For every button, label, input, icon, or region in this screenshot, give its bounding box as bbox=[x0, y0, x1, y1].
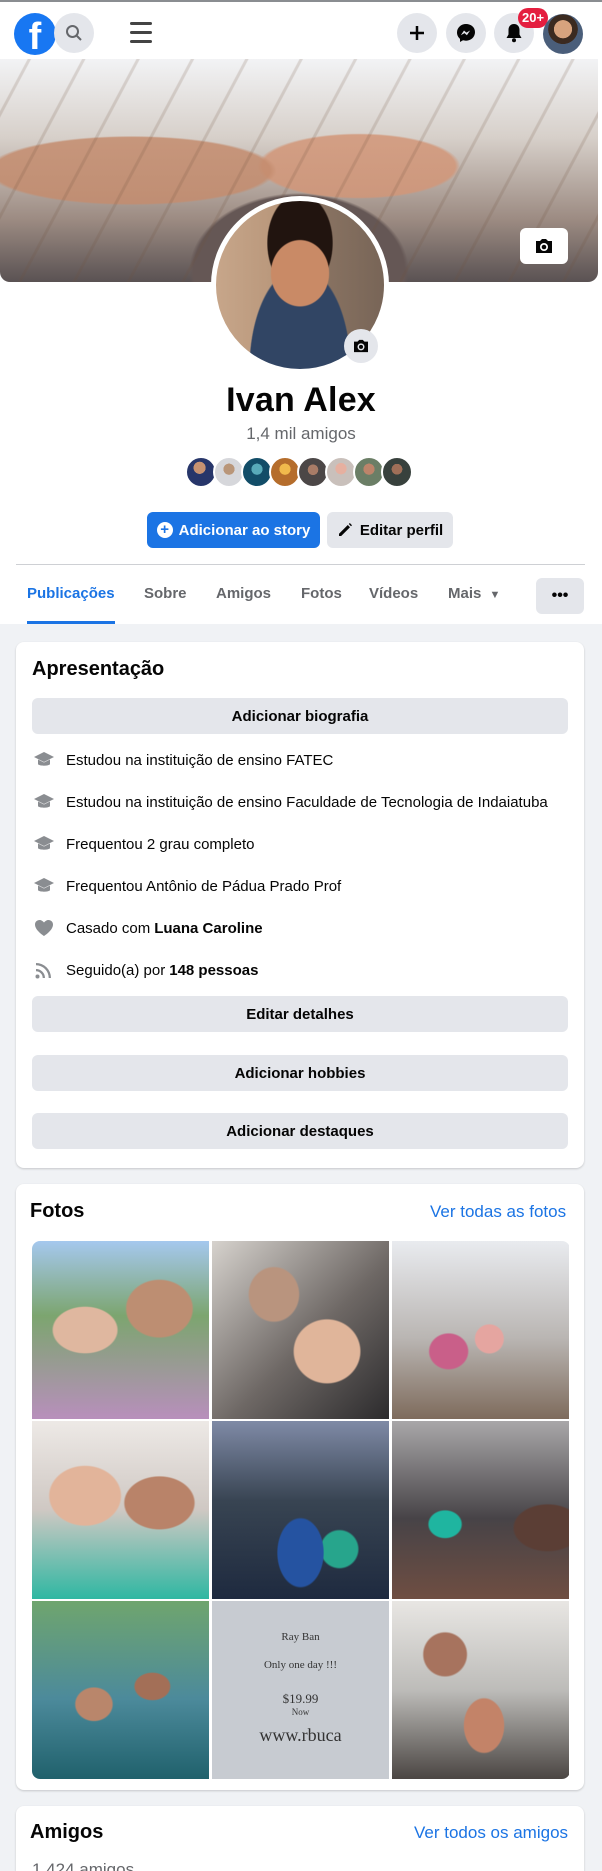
friends-title: Amigos bbox=[30, 1821, 104, 1843]
see-all-photos-link[interactable]: Ver todas as fotos bbox=[430, 1202, 566, 1222]
camera-icon bbox=[536, 239, 552, 253]
heart-icon bbox=[32, 916, 56, 940]
intro-card: Apresentação Adicionar biografia Estudou… bbox=[16, 642, 584, 1168]
detail-text: Frequentou Antônio de Pádua Prado Prof bbox=[66, 877, 342, 895]
search-icon bbox=[66, 25, 82, 41]
add-highlights-button[interactable]: Adicionar destaques bbox=[32, 1113, 568, 1149]
photo-thumbnail[interactable] bbox=[392, 1241, 569, 1419]
profile-tabs: Publicações Sobre Amigos Fotos Vídeos Ma… bbox=[16, 576, 586, 624]
graduation-cap-icon bbox=[32, 832, 56, 856]
detail-followers: Seguido(a) por 148 pessoas bbox=[32, 958, 568, 982]
more-options-button[interactable]: ••• bbox=[536, 578, 584, 614]
tab-fotos[interactable]: Fotos bbox=[301, 576, 342, 624]
top-navigation-bar: f 20+ bbox=[0, 0, 602, 64]
menu-line bbox=[130, 40, 152, 43]
add-to-story-label: Adicionar ao story bbox=[178, 521, 311, 539]
thumbnail-text-line: Now bbox=[291, 1707, 310, 1717]
graduation-cap-icon bbox=[32, 874, 56, 898]
photo-thumbnail[interactable] bbox=[32, 1601, 209, 1779]
photos-title: Fotos bbox=[30, 1200, 85, 1222]
edit-profile-picture-button[interactable] bbox=[344, 329, 378, 363]
messenger-button[interactable] bbox=[446, 13, 486, 53]
thumbnail-text-line: Only one day !!! bbox=[263, 1659, 337, 1671]
tab-publicacoes[interactable]: Publicações bbox=[27, 576, 115, 624]
rss-icon bbox=[32, 958, 56, 982]
photo-thumbnail[interactable] bbox=[212, 1241, 389, 1419]
menu-icon[interactable] bbox=[130, 22, 152, 44]
graduation-cap-icon bbox=[32, 748, 56, 772]
edit-profile-label: Editar perfil bbox=[359, 521, 444, 539]
detail-text: Casado com bbox=[66, 919, 151, 937]
photo-thumbnail[interactable] bbox=[32, 1241, 209, 1419]
camera-icon bbox=[354, 339, 368, 353]
notification-badge: 20+ bbox=[518, 8, 549, 28]
create-button[interactable] bbox=[397, 13, 437, 53]
detail-education-4: Frequentou Antônio de Pádua Prado Prof bbox=[32, 874, 568, 898]
detail-text: Frequentou 2 grau completo bbox=[66, 835, 255, 853]
add-to-story-button[interactable]: + Adicionar ao story bbox=[147, 512, 320, 548]
friend-avatars-row bbox=[185, 456, 413, 488]
menu-line bbox=[130, 31, 152, 34]
facebook-logo-icon[interactable]: f bbox=[14, 13, 56, 55]
edit-cover-button[interactable] bbox=[520, 228, 568, 264]
bell-icon bbox=[506, 24, 522, 43]
profile-name: Ivan Alex bbox=[226, 381, 376, 419]
graduation-cap-icon bbox=[32, 790, 56, 814]
friends-card: Amigos Ver todos os amigos 1.424 amigos bbox=[16, 1806, 584, 1871]
followers-link[interactable]: 148 pessoas bbox=[169, 962, 258, 979]
photos-card: Fotos Ver todas as fotos Ray Ban Only on… bbox=[16, 1184, 584, 1790]
add-bio-button[interactable]: Adicionar biografia bbox=[32, 698, 568, 734]
pencil-icon bbox=[338, 523, 352, 536]
friends-total: 1.424 amigos bbox=[32, 1860, 135, 1871]
photo-thumbnail[interactable] bbox=[212, 1421, 389, 1599]
tab-videos[interactable]: Vídeos bbox=[369, 576, 418, 624]
tab-amigos[interactable]: Amigos bbox=[216, 576, 271, 624]
detail-education-1: Estudou na instituição de ensino FATEC bbox=[32, 748, 568, 772]
edit-details-button[interactable]: Editar detalhes bbox=[32, 996, 568, 1032]
photo-thumbnail[interactable] bbox=[392, 1601, 569, 1779]
photo-thumbnail[interactable] bbox=[392, 1421, 569, 1599]
detail-education-2: Estudou na instituição de ensino Faculda… bbox=[32, 790, 568, 814]
plus-circle-icon: + bbox=[156, 522, 173, 538]
friends-count[interactable]: 1,4 mil amigos bbox=[0, 424, 602, 444]
search-button[interactable] bbox=[54, 13, 94, 53]
thumbnail-text-line: Ray Ban bbox=[281, 1631, 320, 1643]
photo-grid: Ray Ban Only one day !!! $19.99 Now www.… bbox=[32, 1241, 570, 1779]
menu-line bbox=[130, 22, 152, 25]
detail-text: Seguido(a) por bbox=[66, 961, 166, 979]
messenger-icon bbox=[457, 24, 475, 42]
partner-link[interactable]: Luana Caroline bbox=[154, 920, 262, 937]
plus-icon bbox=[410, 26, 424, 40]
detail-relationship: Casado com Luana Caroline bbox=[32, 916, 568, 940]
photo-thumbnail-text[interactable]: Ray Ban Only one day !!! $19.99 Now www.… bbox=[212, 1601, 389, 1779]
detail-education-3: Frequentou 2 grau completo bbox=[32, 832, 568, 856]
tab-sobre[interactable]: Sobre bbox=[144, 576, 187, 624]
friend-avatar[interactable] bbox=[381, 456, 413, 488]
tab-mais-label: Mais bbox=[448, 585, 482, 602]
see-all-friends-link[interactable]: Ver todos os amigos bbox=[414, 1823, 568, 1843]
add-hobbies-button[interactable]: Adicionar hobbies bbox=[32, 1055, 568, 1091]
thumbnail-text-line: www.rbuca bbox=[259, 1725, 342, 1745]
detail-text: Estudou na instituição de ensino Faculda… bbox=[66, 793, 548, 811]
tab-mais[interactable]: Mais ▼ bbox=[448, 576, 500, 624]
photo-thumbnail[interactable] bbox=[32, 1421, 209, 1599]
intro-title: Apresentação bbox=[32, 658, 165, 680]
dropdown-arrow-icon: ▼ bbox=[489, 589, 501, 601]
edit-profile-button[interactable]: Editar perfil bbox=[327, 512, 453, 548]
header-divider bbox=[16, 564, 585, 565]
thumbnail-text-line: $19.99 bbox=[282, 1691, 319, 1706]
avatar[interactable] bbox=[543, 14, 583, 54]
detail-text: Estudou na instituição de ensino FATEC bbox=[66, 751, 334, 769]
